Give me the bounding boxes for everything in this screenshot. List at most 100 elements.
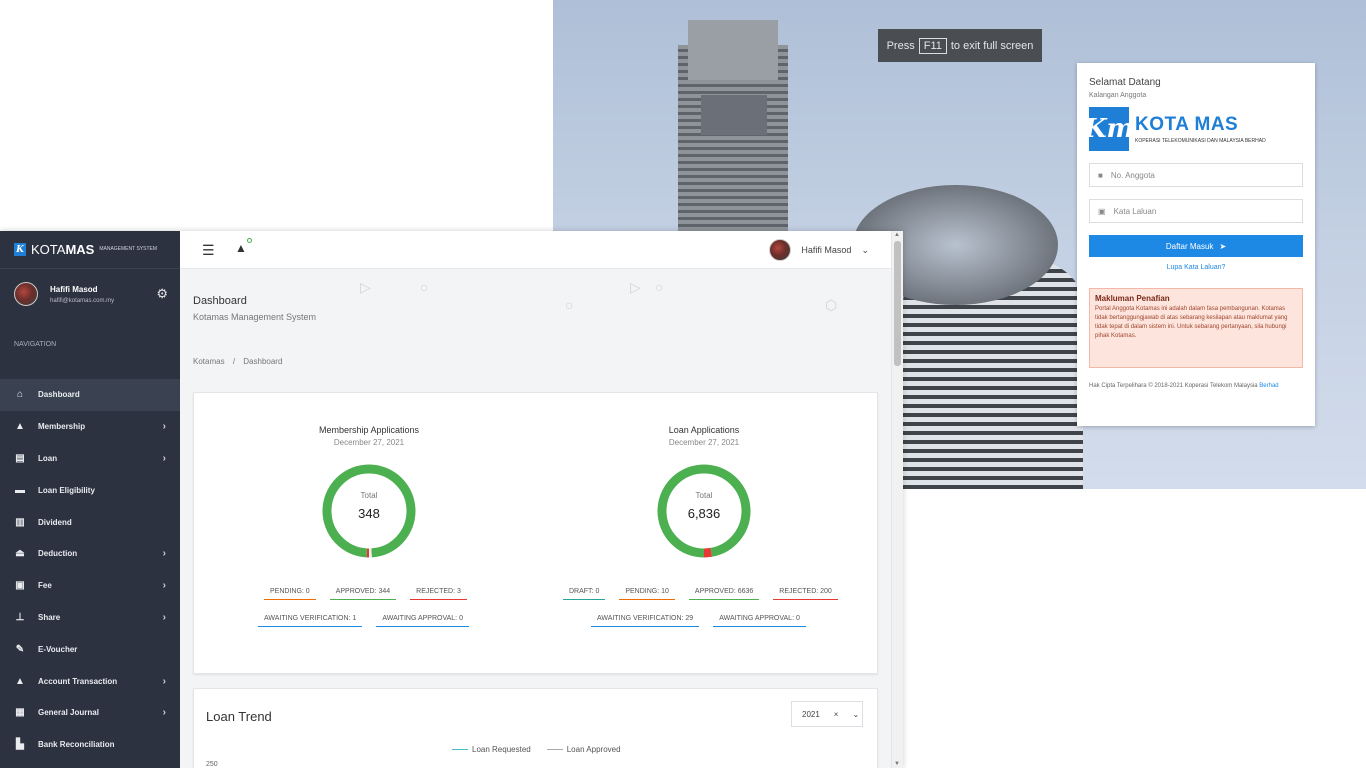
password-placeholder: Kata Laluan <box>1113 206 1157 216</box>
sign-in-icon: ➤ <box>1219 241 1227 251</box>
sidebar-brand[interactable]: K KOTAMAS MANAGEMENT SYSTEM <box>0 231 180 269</box>
hamburger-menu-icon[interactable]: ☰ <box>202 242 215 259</box>
gear-icon[interactable]: ⚙ <box>156 286 168 302</box>
loan-chart: Loan Applications December 27, 2021 Tota… <box>644 425 764 561</box>
legend-label-approved: Loan Approved <box>566 745 621 754</box>
forgot-password-link[interactable]: Lupa Kata Laluan? <box>1089 264 1303 271</box>
loan-trend-title: Loan Trend <box>206 709 272 724</box>
fullscreen-key: F11 <box>918 37 947 54</box>
sidebar-item-e-voucher[interactable]: ✎ E-Voucher <box>0 633 180 665</box>
copyright-text: Hak Cipta Terpelihara © 2018-2021 Kopera… <box>1089 383 1258 389</box>
lock-icon: ▣ <box>1098 206 1106 216</box>
decor-triangle-icon: ▷ <box>360 279 371 295</box>
legend-item[interactable]: Loan Approved <box>546 745 621 754</box>
status-stat: AWAITING APPROVAL: 0 <box>376 615 469 627</box>
copyright-link[interactable]: Berhad <box>1259 383 1278 389</box>
scrollbar-thumb[interactable] <box>894 241 901 366</box>
membership-total: Total 348 <box>319 491 419 521</box>
sidebar-item-label: General Journal <box>38 708 99 718</box>
sidebar-item-loan[interactable]: ▤ Loan › <box>0 443 180 475</box>
background-tower-top <box>688 20 778 80</box>
login-brand-tagline: KOPERASI TELEKOMUNIKASI DAN MALAYSIA BER… <box>1135 138 1266 144</box>
sidebar-item-label: Bank Reconciliation <box>38 740 115 750</box>
breadcrumb: Kotamas / Dashboard <box>193 357 282 366</box>
sidebar-item-share[interactable]: ⊥ Share › <box>0 602 180 634</box>
nav-heading: NAVIGATION <box>14 341 57 348</box>
background-tower-window <box>701 95 767 135</box>
topbar: ☰ ▲ Hafifi Masod ⌄ <box>180 231 891 269</box>
kotamas-logo-icon: K <box>14 243 26 256</box>
year-select-value: 2021 <box>802 709 820 719</box>
decor-circle-icon: ○ <box>655 279 664 295</box>
loan-donut: Total 6,836 <box>654 461 754 561</box>
decor-circle-icon: ○ <box>565 297 574 313</box>
breadcrumb-separator: / <box>232 357 236 366</box>
login-card: Selamat Datang Kalangan Anggota Km KOTA … <box>1077 63 1315 426</box>
login-button[interactable]: Daftar Masuk ➤ <box>1089 235 1303 257</box>
sidebar-item-account-transaction[interactable]: ▲ Account Transaction › <box>0 665 180 697</box>
disclaimer-text: Portal Anggota Kotamas ini adalah dalam … <box>1095 306 1288 339</box>
user-name: Hafifi Masod <box>50 284 98 294</box>
nav-icon: ⏏ <box>15 548 25 560</box>
decor-triangle-icon: ▷ <box>630 279 641 295</box>
chevron-down-icon: ⌄ <box>861 244 869 255</box>
disclaimer-title: Makluman Penafian <box>1095 294 1170 303</box>
sidebar-item-dashboard[interactable]: ⌂ Dashboard <box>0 379 180 411</box>
profile-menu[interactable]: Hafifi Masod ⌄ <box>769 239 869 261</box>
sidebar-item-label: Dashboard <box>38 390 80 400</box>
membership-stats-secondary: AWAITING VERIFICATION: 1 AWAITING APPROVA… <box>258 615 469 627</box>
sidebar-item-loan-eligibility[interactable]: ▬ Loan Eligibility <box>0 474 180 506</box>
loan-total: Total 6,836 <box>654 491 754 521</box>
decor-hexagon-icon: ⬡ <box>825 297 838 313</box>
loan-trend-card: Loan Trend 2021 × ⌄ Loan Requested Loan … <box>193 688 878 768</box>
page-header: ▷ ○ ○ ▷ ○ ⬡ Dashboard Kotamas Management… <box>180 269 891 379</box>
sidebar-item-label: E-Voucher <box>38 644 78 654</box>
login-welcome: Selamat Datang <box>1089 77 1161 88</box>
chevron-down-icon: ⌄ <box>852 709 860 719</box>
sidebar-item-bank-reconciliation[interactable]: ▙ Bank Reconciliation <box>0 729 180 761</box>
sidebar-item-general-journal[interactable]: ▦ General Journal › <box>0 697 180 729</box>
sidebar-item-fee[interactable]: ▣ Fee › <box>0 570 180 602</box>
nav-icon: ▣ <box>15 580 25 592</box>
page-title: Dashboard <box>193 295 247 307</box>
status-stat: PENDING: 0 <box>264 588 316 600</box>
sidebar-item-membership[interactable]: ▲ Membership › <box>0 411 180 443</box>
nav-icon: ▲ <box>15 421 25 433</box>
login-button-label: Daftar Masuk <box>1165 241 1214 251</box>
sidebar-user: Hafifi Masod hafifi@kotamas.com.my ⚙ <box>0 269 180 319</box>
sidebar-item-label: Fee <box>38 581 52 591</box>
legend-item[interactable]: Loan Requested <box>452 745 531 754</box>
clear-icon[interactable]: × <box>834 710 839 719</box>
sidebar-item-dividend[interactable]: ▥ Dividend <box>0 506 180 538</box>
brand-name: KOTAMAS <box>31 242 94 257</box>
nav-icon: ▤ <box>15 452 25 464</box>
profile-name: Hafifi Masod <box>801 245 852 255</box>
sidebar-item-label: Deduction <box>38 549 78 559</box>
breadcrumb-root[interactable]: Kotamas <box>193 357 225 366</box>
sidebar-item-sign-out[interactable]: ⏻Sign Out <box>0 761 180 768</box>
membership-date: December 27, 2021 <box>333 438 405 447</box>
password-field[interactable]: ▣ Kata Laluan <box>1089 199 1303 223</box>
loan-title: Loan Applications <box>668 425 740 435</box>
scrollbar[interactable]: ▲ ▼ <box>891 231 903 768</box>
nav-icon: ⌂ <box>16 389 24 401</box>
sidebar: K KOTAMAS MANAGEMENT SYSTEM Hafifi Masod… <box>0 231 180 768</box>
login-brand: Km KOTA MAS KOPERASI TELEKOMUNIKASI DAN … <box>1084 107 1303 151</box>
membership-total-value: 348 <box>358 506 380 521</box>
membership-donut: Total 348 <box>319 461 419 561</box>
scroll-up-icon[interactable]: ▲ <box>894 232 900 238</box>
sidebar-item-label: Membership <box>38 422 86 432</box>
brand-name-bold: MAS <box>65 242 95 257</box>
legend-marker-approved <box>546 749 563 751</box>
fullscreen-press: Press <box>886 39 915 52</box>
user-icon: ■ <box>1098 170 1103 180</box>
sidebar-item-label: Dividend <box>38 517 72 527</box>
legend-marker-requested <box>452 749 468 751</box>
member-number-field[interactable]: ■ No. Anggota <box>1089 163 1303 187</box>
scroll-down-icon[interactable]: ▼ <box>894 761 900 767</box>
user-status-icon[interactable]: ▲ <box>235 241 247 255</box>
year-select[interactable]: 2021 × ⌄ <box>791 701 863 727</box>
membership-title: Membership Applications <box>318 425 420 435</box>
user-email: hafifi@kotamas.com.my <box>50 297 115 304</box>
sidebar-item-deduction[interactable]: ⏏ Deduction › <box>0 538 180 570</box>
